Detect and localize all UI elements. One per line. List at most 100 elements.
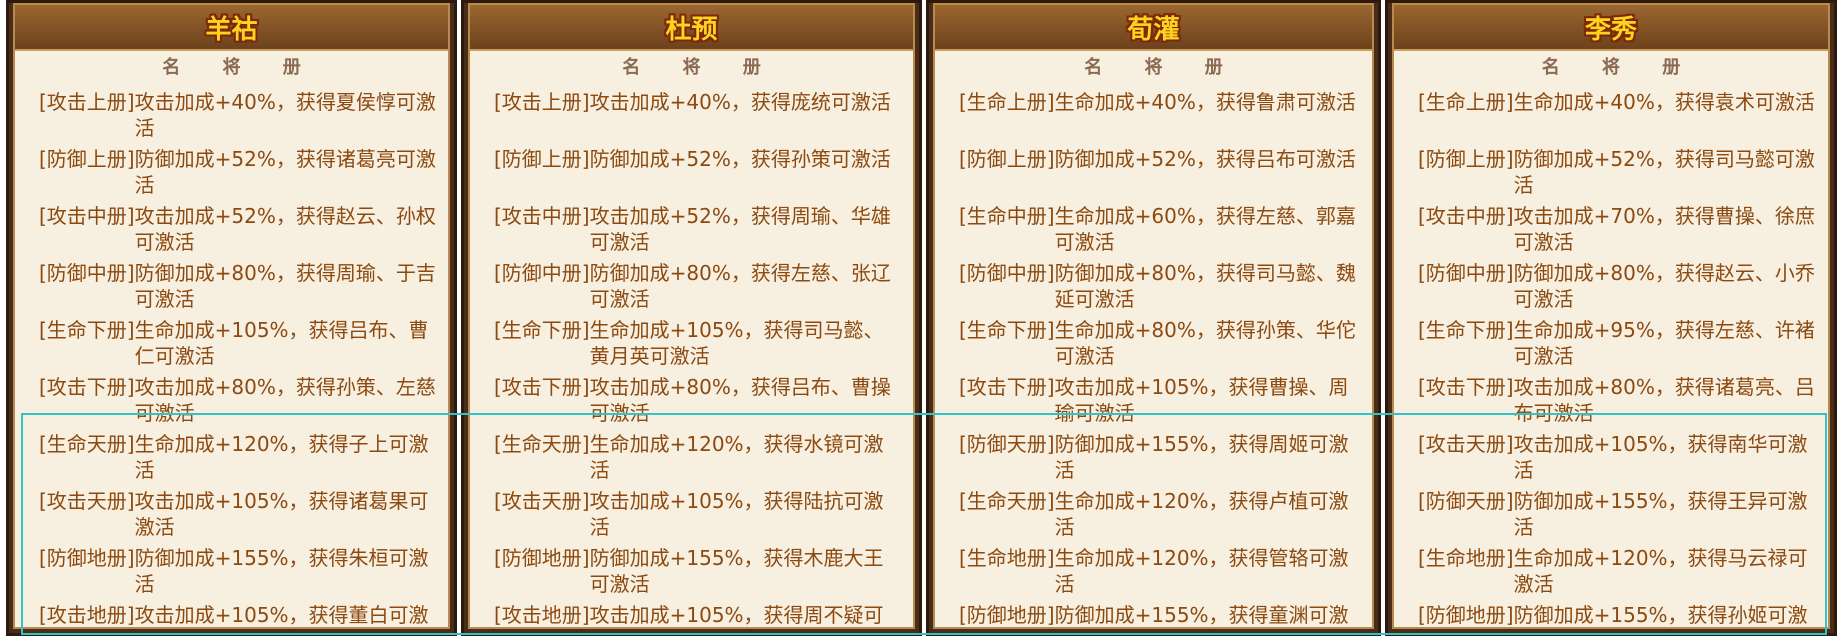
- entry-desc: 攻击加成+105%，获得曹操、周瑜可激活: [1054, 375, 1349, 425]
- entry-desc: 生命加成+95%，获得左慈、许褚可激活: [1513, 318, 1815, 368]
- entry-desc: 生命加成+105%，获得司马懿、黄月英可激活: [589, 318, 884, 368]
- list-item: [防御地册] 防御加成+155%，获得木鹿大王可激活: [494, 545, 903, 602]
- entry-desc: 防御加成+52%，获得司马懿可激活: [1513, 147, 1815, 197]
- list-item: [防御地册]防御加成+155%，获得孙姬可激活: [1418, 602, 1818, 627]
- entry-list: [生命上册] 生命加成+40%，获得袁术可激活 [防御上册] 防御加成+52%，获得…: [1418, 89, 1818, 627]
- list-item: [生命下册] 生命加成+95%，获得左慈、许褚可激活: [1418, 317, 1818, 374]
- entry-list: [攻击上册] 攻击加成+40%，获得庞统可激活 [防御上册] 防御加成+52%，获得…: [494, 89, 903, 627]
- entry-desc: 攻击加成+52%，获得周瑜、华雄可激活: [589, 204, 891, 254]
- entry-tag: [防御上册]: [1418, 147, 1514, 171]
- list-item: [攻击地册]攻击加成+105%，获得周不疑可激活: [494, 602, 903, 627]
- entry-tag: [攻击下册]: [39, 375, 135, 399]
- entry-tag: [防御天册]: [959, 432, 1055, 456]
- entry-tag: [攻击中册]: [1418, 204, 1514, 228]
- list-item: [攻击下册] 攻击加成+80%，获得孙策、左慈可激活: [39, 374, 438, 431]
- hero-name: 荀灌: [1127, 15, 1180, 45]
- entry-desc: 防御加成+155%，获得周姬可激活: [1054, 432, 1349, 482]
- entry-tag: [攻击天册]: [494, 489, 590, 513]
- entry-desc: 攻击加成+105%，获得南华可激活: [1513, 432, 1808, 482]
- entry-tag: [生命中册]: [959, 204, 1055, 228]
- title-bar: 荀灌: [935, 5, 1372, 51]
- title-bar: 李秀: [1394, 5, 1828, 51]
- entry-tag: [防御中册]: [959, 261, 1055, 285]
- list-item: [生命地册] 生命加成+120%，获得马云禄可激活: [1418, 545, 1818, 602]
- list-item: [防御上册] 防御加成+52%，获得诸葛亮可激活: [39, 146, 438, 203]
- entry-tag: [生命下册]: [39, 318, 135, 342]
- entry-desc: 防御加成+80%，获得周瑜、于吉可激活: [134, 261, 436, 311]
- entry-tag: [防御上册]: [39, 147, 135, 171]
- list-item: [防御中册] 防御加成+80%，获得司马懿、魏延可激活: [959, 260, 1362, 317]
- entry-desc: 防御加成+155%，获得孙姬可激活: [1513, 603, 1808, 627]
- list-item: [攻击中册] 攻击加成+52%，获得周瑜、华雄可激活: [494, 203, 903, 260]
- list-item: [生命地册] 生命加成+120%，获得管辂可激活: [959, 545, 1362, 602]
- list-item: [生命中册] 生命加成+60%，获得左慈、郭嘉可激活: [959, 203, 1362, 260]
- entry-tag: [防御天册]: [1418, 489, 1514, 513]
- entry-tag: [防御上册]: [959, 147, 1055, 171]
- panel-body: 羊祜 名 将 册 [攻击上册] 攻击加成+40%，获得夏侯惇可激活 [防御上册] 防…: [13, 3, 450, 629]
- hero-panel-3: 荀灌 名 将 册 [生命上册] 生命加成+40%，获得鲁肃可激活 [防御上册] 防御…: [926, 0, 1381, 636]
- book-title: 名 将 册: [1084, 57, 1241, 78]
- list-item: [生命下册] 生命加成+105%，获得司马懿、黄月英可激活: [494, 317, 903, 374]
- entry-desc: 攻击加成+80%，获得诸葛亮、吕布可激活: [1513, 375, 1815, 425]
- entry-desc: 防御加成+155%，获得朱桓可激活: [134, 546, 429, 596]
- panel-body: 杜预 名 将 册 [攻击上册] 攻击加成+40%，获得庞统可激活 [防御上册] 防御…: [468, 3, 915, 629]
- entry-desc: 攻击加成+80%，获得孙策、左慈可激活: [134, 375, 436, 425]
- entry-desc: 攻击加成+70%，获得曹操、徐庶可激活: [1513, 204, 1815, 254]
- entry-desc: 防御加成+52%，获得孙策可激活: [589, 147, 891, 171]
- list-item: [防御中册] 防御加成+80%，获得左慈、张辽可激活: [494, 260, 903, 317]
- entry-desc: 生命加成+120%，获得水镜可激活: [589, 432, 884, 482]
- book-title: 名 将 册: [1541, 57, 1699, 78]
- entry-desc: 生命加成+80%，获得孙策、华佗可激活: [1054, 318, 1356, 368]
- list-item: [生命下册] 生命加成+105%，获得吕布、曹仁可激活: [39, 317, 438, 374]
- entry-tag: [攻击地册]: [494, 603, 590, 627]
- title-bar: 杜预: [470, 5, 913, 51]
- entry-desc: 防御加成+155%，获得王异可激活: [1513, 489, 1808, 539]
- entry-list: [攻击上册] 攻击加成+40%，获得夏侯惇可激活 [防御上册] 防御加成+52%，获…: [39, 89, 438, 627]
- book-title: 名 将 册: [162, 57, 319, 78]
- list-item: [生命天册] 生命加成+120%，获得水镜可激活: [494, 431, 903, 488]
- entry-tag: [攻击上册]: [39, 90, 135, 114]
- entry-desc: 防御加成+80%，获得赵云、小乔可激活: [1513, 261, 1815, 311]
- list-item: [生命下册] 生命加成+80%，获得孙策、华佗可激活: [959, 317, 1362, 374]
- list-item: [防御上册] 防御加成+52%，获得孙策可激活: [494, 146, 903, 203]
- hero-panel-1: 羊祜 名 将 册 [攻击上册] 攻击加成+40%，获得夏侯惇可激活 [防御上册] 防…: [6, 0, 457, 636]
- entry-desc: 攻击加成+105%，获得董白可激活: [134, 603, 429, 627]
- entry-tag: [生命天册]: [959, 489, 1055, 513]
- entry-tag: [生命上册]: [959, 90, 1055, 114]
- entry-tag: [生命天册]: [39, 432, 135, 456]
- list-item: [防御天册] 防御加成+155%，获得周姬可激活: [959, 431, 1362, 488]
- entry-tag: [攻击地册]: [39, 603, 135, 627]
- entry-desc: 攻击加成+40%，获得庞统可激活: [589, 90, 891, 114]
- list-item: [防御中册] 防御加成+80%，获得赵云、小乔可激活: [1418, 260, 1818, 317]
- entry-desc: 生命加成+120%，获得子上可激活: [134, 432, 429, 482]
- entry-tag: [攻击天册]: [39, 489, 135, 513]
- panel-body: 李秀 名 将 册 [生命上册] 生命加成+40%，获得袁术可激活 [防御上册] 防御…: [1392, 3, 1830, 629]
- entry-tag: [生命下册]: [1418, 318, 1514, 342]
- list-item: [防御天册] 防御加成+155%，获得王异可激活: [1418, 488, 1818, 545]
- entry-tag: [生命天册]: [494, 432, 590, 456]
- entry-desc: 攻击加成+80%，获得吕布、曹操可激活: [589, 375, 891, 425]
- entry-tag: [生命地册]: [959, 546, 1055, 570]
- entry-tag: [生命下册]: [959, 318, 1055, 342]
- list-item: [防御中册] 防御加成+80%，获得周瑜、于吉可激活: [39, 260, 438, 317]
- entry-desc: 生命加成+40%，获得袁术可激活: [1513, 90, 1815, 114]
- list-item: [防御地册]防御加成+155%，获得童渊可激活: [959, 602, 1362, 627]
- entry-desc: 防御加成+52%，获得诸葛亮可激活: [134, 147, 436, 197]
- list-item: [攻击下册] 攻击加成+80%，获得诸葛亮、吕布可激活: [1418, 374, 1818, 431]
- entry-tag: [攻击中册]: [39, 204, 135, 228]
- entry-desc: 防御加成+80%，获得左慈、张辽可激活: [589, 261, 891, 311]
- list-item: [攻击天册] 攻击加成+105%，获得陆抗可激活: [494, 488, 903, 545]
- list-item: [生命上册] 生命加成+40%，获得鲁肃可激活: [959, 89, 1362, 146]
- entry-tag: [攻击天册]: [1418, 432, 1514, 456]
- entry-desc: 攻击加成+105%，获得陆抗可激活: [589, 489, 884, 539]
- list-item: [攻击天册] 攻击加成+105%，获得南华可激活: [1418, 431, 1818, 488]
- hero-panel-2: 杜预 名 将 册 [攻击上册] 攻击加成+40%，获得庞统可激活 [防御上册] 防御…: [461, 0, 922, 636]
- entry-desc: 生命加成+120%，获得卢植可激活: [1054, 489, 1349, 539]
- list-item: [防御地册] 防御加成+155%，获得朱桓可激活: [39, 545, 438, 602]
- entry-desc: 防御加成+155%，获得童渊可激活: [1054, 603, 1349, 627]
- entry-tag: [攻击下册]: [959, 375, 1055, 399]
- list-item: [防御上册] 防御加成+52%，获得吕布可激活: [959, 146, 1362, 203]
- list-item: [攻击天册] 攻击加成+105%，获得诸葛果可激活: [39, 488, 438, 545]
- list-item: [攻击中册] 攻击加成+52%，获得赵云、孙权可激活: [39, 203, 438, 260]
- entry-tag: [防御地册]: [494, 546, 590, 570]
